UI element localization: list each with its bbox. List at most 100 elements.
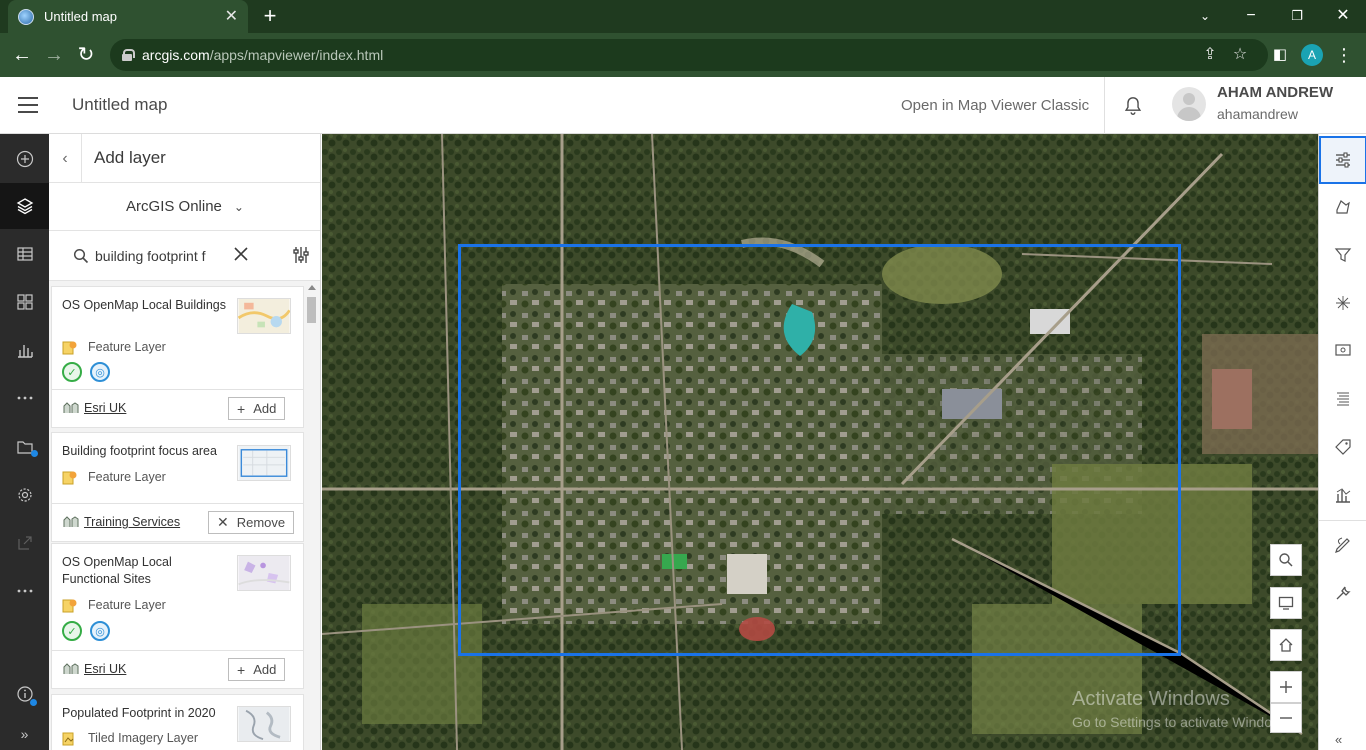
result-type-label: Tiled Imagery Layer — [88, 731, 198, 745]
add-button-label: Add — [253, 662, 277, 677]
browser-tab[interactable]: Untitled map ✕ — [8, 0, 248, 33]
primary-action-bar: » — [0, 134, 49, 750]
plus-icon: + — [237, 661, 246, 678]
result-card[interactable]: Populated Footprint in 2020 Tiled Imager… — [51, 694, 304, 750]
result-badges: ✓ ◎ — [62, 362, 110, 382]
app-header: Untitled map Open in Map Viewer Classic … — [0, 77, 1366, 134]
collapse-icon[interactable]: « — [1335, 732, 1342, 747]
header-divider — [1104, 77, 1105, 134]
result-owner[interactable]: Esri UK — [62, 662, 126, 676]
add-layer-button[interactable]: + Add — [228, 397, 286, 420]
panel-back-icon[interactable]: ‹ — [49, 134, 82, 183]
windows-watermark-subtitle: Go to Settings to activate Windows. — [1072, 714, 1293, 730]
map-title[interactable]: Untitled map — [72, 95, 167, 115]
result-type-label: Feature Layer — [88, 470, 166, 484]
notifications-bell-icon[interactable] — [1122, 95, 1144, 117]
hamburger-menu-icon[interactable] — [18, 97, 38, 113]
save-folder-icon[interactable] — [0, 424, 49, 470]
back-icon[interactable]: ← — [10, 43, 34, 67]
result-title[interactable]: Populated Footprint in 2020 — [62, 705, 237, 722]
filter-sliders-icon[interactable] — [291, 245, 311, 265]
restore-button[interactable]: ❐ — [1282, 4, 1312, 28]
fields-list-icon[interactable] — [1319, 375, 1366, 423]
organization-icon — [63, 516, 79, 527]
clear-search-icon[interactable] — [232, 245, 250, 263]
feature-layer-icon — [62, 341, 77, 355]
result-owner[interactable]: Training Services — [62, 515, 180, 529]
fullscreen-icon[interactable] — [1270, 587, 1302, 619]
home-icon[interactable] — [1270, 629, 1302, 661]
more-options-icon-2[interactable] — [0, 568, 49, 614]
lock-icon — [122, 49, 135, 61]
scrollbar-thumb[interactable] — [307, 297, 316, 323]
remove-layer-button[interactable]: ✕ Remove — [208, 511, 295, 534]
labels-tag-icon[interactable] — [1319, 423, 1366, 471]
info-icon[interactable] — [0, 671, 49, 717]
map-view[interactable]: Activate Windows Go to Settings to activ… — [322, 134, 1318, 750]
more-options-icon[interactable] — [0, 375, 49, 421]
share-icon[interactable]: ⇪ — [1200, 45, 1220, 65]
browser-toolbar: ← → ↻ arcgis.com/apps/mapviewer/index.ht… — [0, 33, 1366, 77]
arcgis-favicon-icon — [18, 8, 34, 25]
minimize-button[interactable]: − — [1236, 4, 1266, 28]
panel-header: ‹ Add layer — [49, 134, 320, 183]
effects-sparkle-icon[interactable] — [1319, 279, 1366, 327]
layers-icon[interactable] — [0, 183, 49, 229]
styles-icon[interactable] — [1319, 183, 1366, 231]
sketch-icon[interactable] — [1319, 521, 1366, 569]
authoritative-icon: ✓ — [62, 362, 82, 382]
result-thumbnail — [237, 445, 291, 481]
basemap-icon[interactable] — [0, 279, 49, 325]
side-panel-icon[interactable]: ◧ — [1268, 43, 1292, 67]
result-owner[interactable]: Esri UK — [62, 401, 126, 415]
add-layer-button[interactable]: + Add — [228, 658, 286, 681]
tools-wrench-icon[interactable] — [1319, 569, 1366, 617]
new-tab-button[interactable]: + — [258, 4, 282, 28]
zoom-in-icon[interactable] — [1270, 671, 1302, 703]
search-row — [49, 231, 320, 281]
filter-icon[interactable] — [1319, 231, 1366, 279]
user-avatar[interactable] — [1172, 87, 1206, 121]
bookmark-star-icon[interactable]: ☆ — [1230, 45, 1250, 65]
settings-gear-icon[interactable] — [0, 472, 49, 518]
address-bar[interactable]: arcgis.com/apps/mapviewer/index.html ⇪ ☆ — [110, 39, 1268, 71]
result-title[interactable]: OS OpenMap Local Functional Sites — [62, 554, 227, 587]
result-card[interactable]: OS OpenMap Local Buildings Feature Layer… — [51, 286, 304, 392]
reload-icon[interactable]: ↻ — [74, 43, 98, 67]
source-dropdown[interactable]: ArcGIS Online ⌄ — [49, 183, 320, 231]
result-footer-row: Esri UK + Add — [51, 651, 304, 689]
url-host: arcgis.com — [142, 47, 210, 63]
organization-icon — [63, 402, 79, 413]
tab-search-icon[interactable]: ⌄ — [1190, 4, 1220, 28]
result-title[interactable]: OS OpenMap Local Buildings — [62, 297, 227, 314]
result-type-label: Feature Layer — [88, 598, 166, 612]
expand-icon[interactable]: » — [0, 718, 49, 750]
result-owner-label: Training Services — [84, 515, 181, 529]
close-window-button[interactable]: ✕ — [1328, 4, 1358, 28]
add-icon[interactable] — [0, 136, 49, 182]
extent-rectangle[interactable] — [458, 244, 1181, 656]
tables-icon[interactable] — [0, 231, 49, 277]
map-search-icon[interactable] — [1270, 544, 1302, 576]
charts-icon[interactable] — [0, 327, 49, 373]
organization-icon — [63, 663, 79, 674]
profile-avatar[interactable]: A — [1301, 44, 1323, 66]
scroll-up-icon[interactable] — [308, 285, 316, 290]
result-card[interactable]: OS OpenMap Local Functional Sites Featur… — [51, 543, 304, 651]
user-name[interactable]: AHAM ANDREW — [1217, 84, 1333, 101]
forward-icon[interactable]: → — [42, 43, 66, 67]
panel-title: Add layer — [94, 148, 166, 167]
properties-sliders-icon[interactable] — [1319, 136, 1366, 184]
result-card[interactable]: Building footprint focus area Feature La… — [51, 432, 304, 504]
result-title[interactable]: Building footprint focus area — [62, 443, 232, 460]
results-scrollbar[interactable] — [305, 281, 319, 750]
share-map-icon[interactable] — [0, 520, 49, 566]
popups-icon[interactable] — [1319, 327, 1366, 375]
result-type: Tiled Imagery Layer — [62, 730, 198, 746]
browser-menu-icon[interactable]: ⋮ — [1334, 43, 1354, 67]
analysis-chart-icon[interactable] — [1319, 471, 1366, 519]
result-owner-label: Esri UK — [84, 662, 127, 676]
open-classic-link[interactable]: Open in Map Viewer Classic — [901, 97, 1089, 114]
search-input[interactable] — [95, 244, 219, 268]
tab-close-icon[interactable]: ✕ — [225, 8, 238, 25]
